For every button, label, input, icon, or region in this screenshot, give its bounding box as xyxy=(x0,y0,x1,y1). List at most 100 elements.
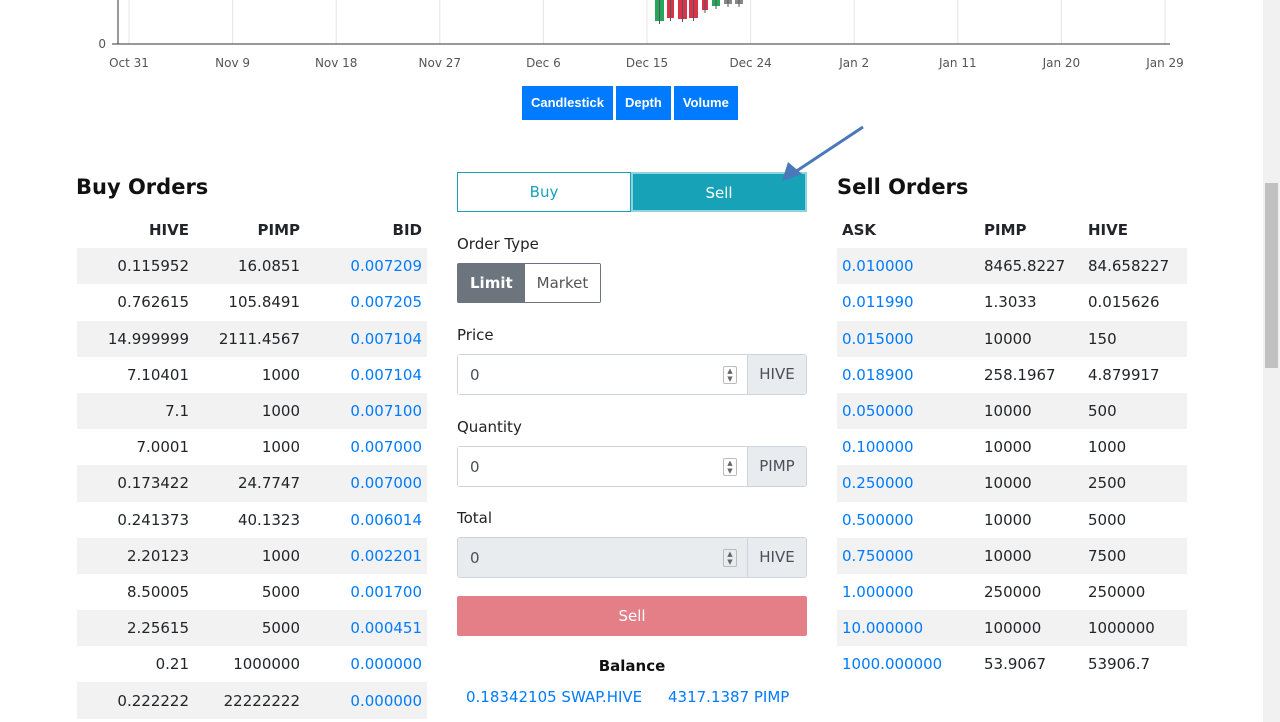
buy-col-bid: BID xyxy=(392,221,422,240)
buy-cell[interactable]: 0.007000 xyxy=(305,465,427,501)
sell-cell[interactable]: 10.000000 xyxy=(837,610,979,646)
quantity-input[interactable]: 0 ▲ ▼ xyxy=(458,447,747,486)
sell-submit-button[interactable]: Sell xyxy=(457,596,807,636)
total-input[interactable]: 0 ▲ ▼ xyxy=(458,538,747,577)
sell-cell[interactable]: 0.011990 xyxy=(837,284,979,320)
buy-order-row[interactable]: 2.20123 1000 0.002201 xyxy=(77,537,427,574)
sell-cell[interactable]: 0.100000 xyxy=(837,429,979,465)
x-tick-label: Dec 6 xyxy=(526,56,561,70)
buy-cell[interactable]: 0.006014 xyxy=(305,502,427,538)
x-tick-label: Jan 20 xyxy=(1042,56,1081,70)
sell-order-row[interactable]: 1.000000 250000 250000 xyxy=(837,574,1187,610)
sell-order-row[interactable]: 0.500000 10000 5000 xyxy=(837,502,1187,538)
sell-cell: 1000000 xyxy=(1088,619,1155,638)
sell-cell: 1000 xyxy=(1088,438,1127,457)
sell-order-row[interactable]: 10.000000 100000 1000000 xyxy=(837,610,1187,647)
sell-cell: 10000 xyxy=(984,329,1032,348)
sell-order-row[interactable]: 0.100000 10000 1000 xyxy=(837,429,1187,465)
sell-cell[interactable]: 1000.000000 xyxy=(837,646,979,682)
buy-cell[interactable]: 0.007104 xyxy=(305,321,427,357)
sell-cell: 5000 xyxy=(1088,510,1127,529)
buy-cell: 0.115952 xyxy=(117,257,189,276)
sell-cell: 53.9067 xyxy=(984,655,1047,674)
sell-order-row[interactable]: 0.010000 8465.8227 84.658227 xyxy=(837,248,1187,285)
price-input[interactable]: 0 ▲ ▼ xyxy=(458,355,747,394)
sell-cell[interactable]: 0.750000 xyxy=(837,538,979,574)
buy-cell[interactable]: 0.007209 xyxy=(305,248,427,284)
limit-button[interactable]: Limit xyxy=(458,264,525,302)
sell-orders-title: Sell Orders xyxy=(837,175,969,199)
balance-hive-link[interactable]: 0.18342105 SWAP.HIVE xyxy=(466,688,642,706)
buy-cell: 5000 xyxy=(261,619,300,638)
buy-cell: 2.20123 xyxy=(126,546,189,565)
buy-order-row[interactable]: 7.10401 1000 0.007104 xyxy=(77,357,427,393)
buy-cell[interactable]: 0.007000 xyxy=(305,429,427,465)
sell-cell[interactable]: 0.010000 xyxy=(837,248,979,284)
buy-cell[interactable]: 0.000451 xyxy=(305,610,427,646)
x-tick-label: Jan 29 xyxy=(1145,56,1184,70)
candlestick-button[interactable]: Candlestick xyxy=(522,86,613,120)
sell-cell: 10000 xyxy=(984,546,1032,565)
scrollbar-thumb[interactable] xyxy=(1265,183,1278,368)
buy-cell[interactable]: 0.007100 xyxy=(305,393,427,429)
buy-order-row[interactable]: 7.1 1000 0.007100 xyxy=(77,392,427,430)
buy-order-row[interactable]: 7.0001 1000 0.007000 xyxy=(77,429,427,465)
buy-tab[interactable]: Buy xyxy=(457,172,631,212)
sell-order-row[interactable]: 0.011990 1.3033 0.015626 xyxy=(837,284,1187,320)
buy-cell: 1000000 xyxy=(233,655,300,674)
buy-cell[interactable]: 0.000000 xyxy=(305,646,427,682)
sell-cell[interactable]: 0.250000 xyxy=(837,465,979,501)
buy-cell[interactable]: 0.007205 xyxy=(305,284,427,320)
buy-order-row[interactable]: 8.50005 5000 0.001700 xyxy=(77,574,427,610)
sell-cell[interactable]: 1.000000 xyxy=(837,574,979,610)
sell-order-row[interactable]: 0.050000 10000 500 xyxy=(837,392,1187,430)
sell-order-row[interactable]: 0.015000 10000 150 xyxy=(837,320,1187,357)
buy-order-row[interactable]: 14.999999 2111.4567 0.007104 xyxy=(77,320,427,357)
sell-order-row[interactable]: 1000.000000 53.9067 53906.7 xyxy=(837,646,1187,682)
sell-cell: 84.658227 xyxy=(1088,257,1170,276)
sell-order-row[interactable]: 0.018900 258.1967 4.879917 xyxy=(837,357,1187,393)
sell-cell[interactable]: 0.500000 xyxy=(837,502,979,538)
buy-order-row[interactable]: 0.115952 16.0851 0.007209 xyxy=(77,248,427,285)
depth-button[interactable]: Depth xyxy=(615,86,671,120)
sell-cell[interactable]: 0.018900 xyxy=(837,357,979,393)
sell-cell[interactable]: 0.050000 xyxy=(837,393,979,429)
buy-cell: 22222222 xyxy=(223,691,300,710)
buy-cell: 5000 xyxy=(261,582,300,601)
sell-cell: 258.1967 xyxy=(984,365,1056,384)
buy-cell[interactable]: 0.001700 xyxy=(305,574,427,610)
sell-orders-table: ASK PIMP HIVE 0.010000 8465.8227 84.658227… xyxy=(837,212,1187,682)
sell-cell: 150 xyxy=(1088,329,1117,348)
buy-order-row[interactable]: 2.25615 5000 0.000451 xyxy=(77,610,427,647)
buy-orders-title: Buy Orders xyxy=(76,175,209,199)
market-button[interactable]: Market xyxy=(524,264,601,302)
sell-order-row[interactable]: 0.750000 10000 7500 xyxy=(837,537,1187,574)
buy-cell: 24.7747 xyxy=(237,474,300,493)
sell-cell[interactable]: 0.015000 xyxy=(837,321,979,357)
quantity-spinner-icon[interactable]: ▲ ▼ xyxy=(723,458,737,476)
sell-order-row[interactable]: 0.250000 10000 2500 xyxy=(837,465,1187,502)
buy-cell: 2.25615 xyxy=(126,619,189,638)
page-scrollbar[interactable] xyxy=(1263,0,1280,722)
total-field: 0 ▲ ▼ HIVE xyxy=(457,537,807,578)
buy-order-row[interactable]: 0.222222 22222222 0.000000 xyxy=(77,682,427,719)
price-field: 0 ▲ ▼ HIVE xyxy=(457,354,807,395)
price-spinner-icon[interactable]: ▲ ▼ xyxy=(723,366,737,384)
price-chart: 0 Oct 31 Nov 9 Nov 18 Nov 27 Dec 6 Dec 15 Dec … xyxy=(98,0,1184,70)
x-tick-label: Nov 27 xyxy=(419,56,462,70)
buy-cell: 1000 xyxy=(261,438,300,457)
buy-order-row[interactable]: 0.21 1000000 0.000000 xyxy=(77,646,427,682)
volume-button[interactable]: Volume xyxy=(673,86,738,120)
total-unit: HIVE xyxy=(747,538,806,577)
x-tick-label: Jan 2 xyxy=(838,56,869,70)
buy-cell[interactable]: 0.002201 xyxy=(305,538,427,574)
x-tick-label: Nov 18 xyxy=(315,56,358,70)
buy-order-row[interactable]: 0.762615 105.8491 0.007205 xyxy=(77,284,427,320)
balance-pimp-link[interactable]: 4317.1387 PIMP xyxy=(668,688,789,706)
buy-order-row[interactable]: 0.241373 40.1323 0.006014 xyxy=(77,502,427,538)
buy-cell[interactable]: 0.000000 xyxy=(305,682,427,718)
buy-cell[interactable]: 0.007104 xyxy=(305,357,427,393)
buy-order-row[interactable]: 0.173422 24.7747 0.007000 xyxy=(77,465,427,502)
total-spinner-icon[interactable]: ▲ ▼ xyxy=(723,549,737,567)
sell-cell: 250000 xyxy=(1088,582,1146,601)
